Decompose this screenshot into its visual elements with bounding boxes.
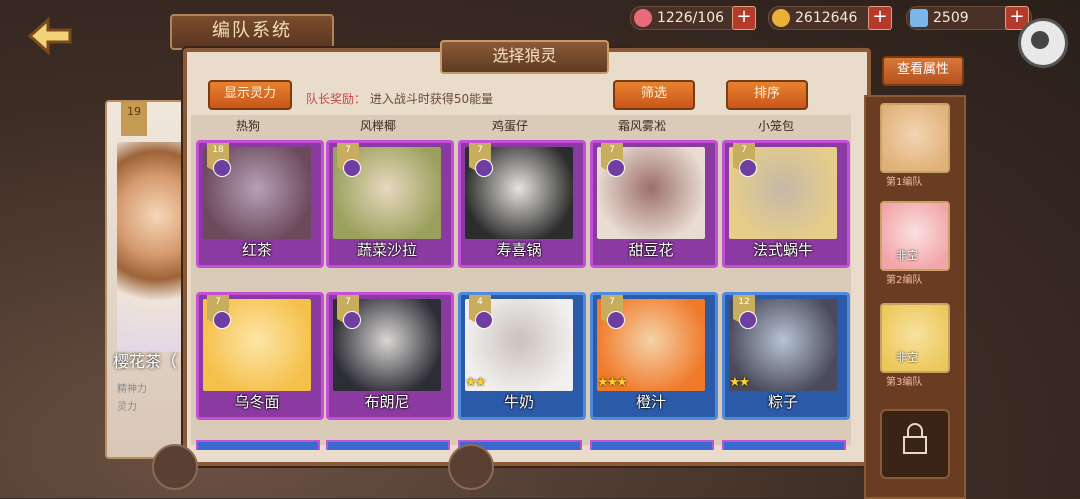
spirit-card[interactable]: 18 红茶 — [196, 140, 324, 268]
spirit-name: 橙汁 — [635, 393, 666, 411]
spirit-card[interactable]: 12 ★★ 粽子 — [722, 292, 850, 420]
spirit-card[interactable]: 7 布朗尼 — [326, 292, 454, 420]
team-3-label: 第3编队 — [886, 377, 923, 388]
reward-label: 队长奖励： — [306, 92, 367, 106]
spirit-card[interactable]: 7 寿喜锅 — [458, 140, 586, 268]
spirit-name: 布朗尼 — [364, 393, 410, 411]
spirit-name: 寿喜锅 — [496, 241, 542, 259]
spirit-name: 红茶 — [241, 241, 272, 259]
leader-level: 19 — [121, 102, 147, 136]
cut-name-4: 霜风雾凇 — [618, 119, 667, 133]
team-3-slot[interactable]: 非空 — [880, 303, 950, 373]
star-rating: ★★★ — [597, 375, 628, 390]
spirit-name: 粽子 — [767, 393, 798, 411]
reward-text: 进入战斗时获得50能量 — [369, 92, 494, 106]
team-flag: 非空 — [896, 249, 918, 262]
element-icon — [739, 159, 757, 177]
element-icon — [607, 159, 625, 177]
bottom-action-icon[interactable] — [152, 444, 198, 490]
star-rating: ★★ — [729, 375, 750, 390]
next-row-card — [196, 440, 320, 450]
side-toggle-button[interactable] — [1018, 18, 1068, 68]
spirit-name: 甜豆花 — [628, 241, 674, 259]
add-hearts-button[interactable]: + — [732, 6, 756, 30]
element-icon — [343, 159, 361, 177]
bottom-action-icon[interactable] — [448, 444, 494, 490]
leader-stat1: 精神力 — [117, 384, 147, 395]
coin-icon — [772, 9, 790, 27]
next-row-card — [590, 440, 714, 450]
back-arrow-icon[interactable] — [22, 16, 74, 56]
cut-name-1: 热狗 — [236, 119, 261, 133]
team-2-slot[interactable]: 非空 — [880, 201, 950, 271]
spirit-card[interactable]: 7 乌冬面 — [196, 292, 324, 420]
filter-button[interactable]: 筛选 — [613, 80, 695, 110]
next-row-card — [326, 440, 450, 450]
spirit-card[interactable]: 7 甜豆花 — [590, 140, 718, 268]
modal-title: 选择狼灵 — [440, 40, 609, 74]
star-rating: ★★ — [465, 375, 486, 390]
spirit-card[interactable]: 7 ★★★ 橙汁 — [590, 292, 718, 420]
spirit-card[interactable]: 4 ★★ 牛奶 — [458, 292, 586, 420]
spirit-name: 乌冬面 — [234, 393, 280, 411]
heart-icon — [634, 9, 652, 27]
element-icon — [213, 159, 231, 177]
team-1-label: 第1编队 — [886, 177, 923, 188]
team-2-label: 第2编队 — [886, 275, 923, 286]
element-icon — [607, 311, 625, 329]
locked-team-slot[interactable] — [880, 409, 950, 479]
cut-name-5: 小笼包 — [758, 119, 795, 133]
leader-reward: 队长奖励： 进入战斗时获得50能量 — [306, 90, 493, 107]
element-icon — [739, 311, 757, 329]
spirit-name: 牛奶 — [503, 393, 534, 411]
next-row-card — [722, 440, 846, 450]
element-icon — [343, 311, 361, 329]
team-1-slot[interactable] — [880, 103, 950, 173]
element-icon — [213, 311, 231, 329]
coins-value: 2612646 — [795, 10, 858, 26]
add-coins-button[interactable]: + — [868, 6, 892, 30]
lock-icon — [903, 423, 927, 454]
top-bar: 编队系统 1226/106 + 2612646 + 2509 + — [0, 0, 1080, 56]
view-attributes-button[interactable]: 查看属性 — [882, 56, 964, 86]
page-title: 编队系统 — [170, 14, 334, 50]
element-icon — [475, 311, 493, 329]
spirit-name: 蔬菜沙拉 — [356, 241, 417, 259]
leader-stat2: 灵力 — [117, 402, 137, 413]
spirit-card[interactable]: 7 法式蜗牛 — [722, 140, 850, 268]
spirit-card[interactable]: 7 蔬菜沙拉 — [326, 140, 454, 268]
team-flag: 非空 — [896, 351, 918, 364]
gem-icon — [910, 9, 928, 27]
gems-value: 2509 — [933, 10, 969, 26]
team-sidebar: 第1编队 非空 第2编队 非空 第3编队 — [864, 95, 966, 499]
hearts-value: 1226/106 — [657, 10, 725, 26]
element-icon — [475, 159, 493, 177]
cut-name-2: 风榉椰 — [360, 119, 397, 133]
circle-icon — [1031, 31, 1049, 49]
sort-button[interactable]: 排序 — [726, 80, 808, 110]
leader-name: 樱花茶（ — [113, 352, 178, 371]
cut-name-3: 鸡蛋仔 — [492, 119, 529, 133]
spirit-name: 法式蜗牛 — [752, 241, 813, 259]
show-power-button[interactable]: 显示灵力 — [208, 80, 292, 110]
